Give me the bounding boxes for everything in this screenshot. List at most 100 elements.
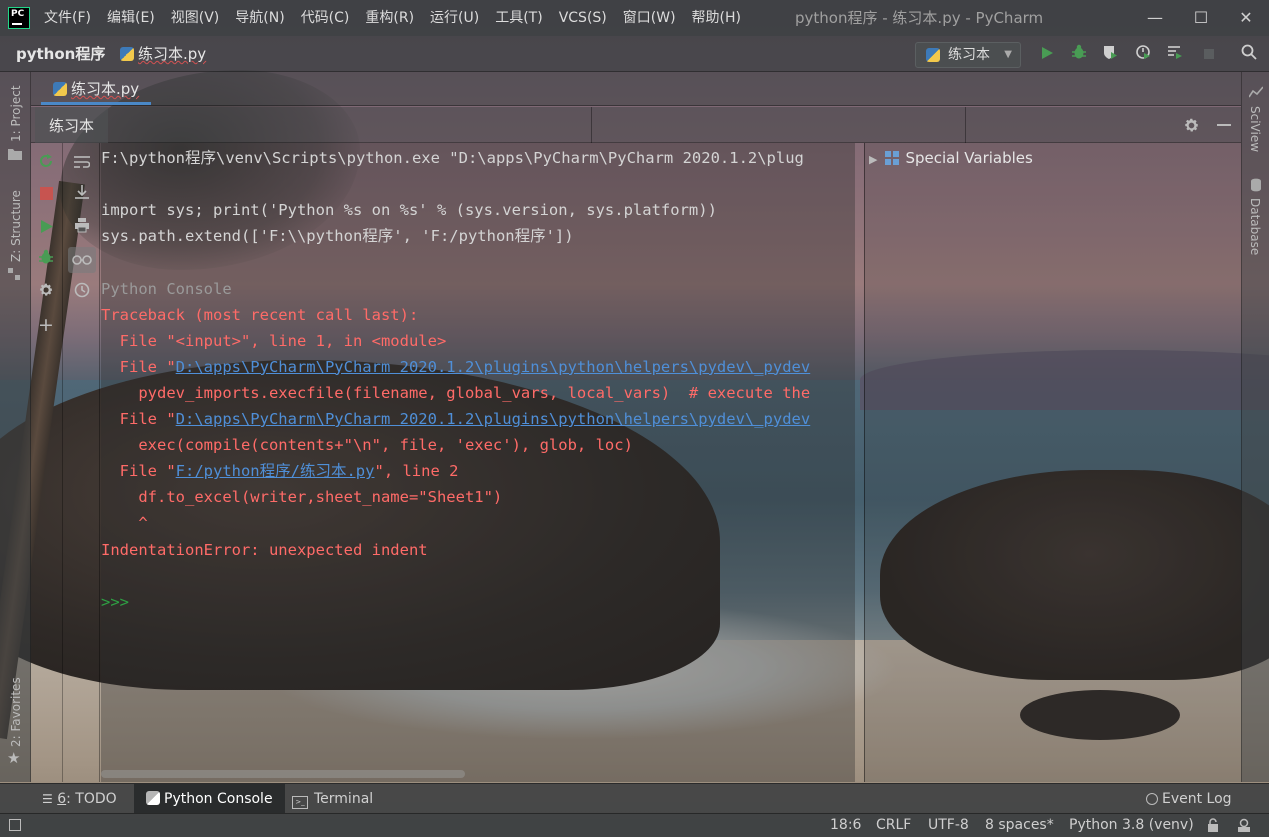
clock-icon bbox=[74, 282, 90, 298]
lock-icon[interactable] bbox=[1207, 818, 1219, 832]
menu-edit[interactable]: 编辑(E) bbox=[99, 0, 163, 36]
console-line: pydev_imports.execfile(filename, global_… bbox=[101, 383, 811, 402]
print-button[interactable] bbox=[71, 217, 93, 239]
indent-setting[interactable]: 8 spaces* bbox=[985, 814, 1054, 836]
breadcrumb-file[interactable]: 练习本.py bbox=[120, 36, 206, 72]
file-link[interactable]: D:\apps\PyCharm\PyCharm 2020.1.2\plugins… bbox=[176, 410, 811, 428]
breadcrumb-project[interactable]: python程序 bbox=[16, 36, 105, 72]
console-line[interactable]: File "F:/python程序/练习本.py", line 2 bbox=[101, 458, 459, 484]
minimize-panel-icon[interactable] bbox=[1217, 124, 1231, 126]
right-tool-stripe: SciView Database bbox=[1241, 72, 1269, 782]
tool-tab-structure[interactable]: Z: Structure bbox=[9, 190, 23, 262]
minimize-button[interactable]: — bbox=[1132, 0, 1178, 36]
console-view-column bbox=[64, 143, 100, 782]
console-output[interactable]: F:\python程序\venv\Scripts\python.exe "D:\… bbox=[101, 143, 855, 782]
console-line: Python Console bbox=[101, 279, 232, 298]
console-line-prefix: File " bbox=[101, 410, 176, 428]
close-button[interactable]: ✕ bbox=[1223, 0, 1269, 36]
search-everywhere-button[interactable] bbox=[1238, 44, 1260, 66]
tool-windows-toggle-icon[interactable] bbox=[9, 819, 21, 831]
console-settings-button[interactable] bbox=[35, 282, 57, 304]
scroll-to-end-button[interactable] bbox=[71, 184, 93, 206]
run-icon bbox=[40, 220, 53, 233]
console-line-suffix: ", line 2 bbox=[374, 462, 459, 481]
stop-toolbar-button[interactable] bbox=[1198, 44, 1220, 66]
maximize-button[interactable]: ☐ bbox=[1178, 0, 1224, 36]
stop-icon bbox=[39, 187, 53, 200]
soft-wrap-button[interactable] bbox=[71, 153, 93, 175]
run-configuration-label: 练习本 bbox=[948, 47, 990, 63]
python-console-icon bbox=[146, 791, 160, 805]
run-button[interactable] bbox=[1036, 44, 1058, 66]
python-file-icon bbox=[53, 82, 67, 96]
title-bar: PC 文件(F) 编辑(E) 视图(V) 导航(N) 代码(C) 重构(R) 运… bbox=[0, 0, 1269, 36]
caret-position[interactable]: 18:6 bbox=[830, 814, 861, 836]
editor-tab-active[interactable]: 练习本.py bbox=[41, 72, 152, 105]
history-button[interactable] bbox=[71, 282, 93, 304]
concurrency-icon bbox=[1168, 46, 1182, 59]
run-icon bbox=[1042, 47, 1053, 59]
event-log-icon bbox=[1146, 793, 1158, 805]
execute-button[interactable] bbox=[35, 217, 57, 239]
terminal-tool-button[interactable]: >_ Terminal bbox=[280, 784, 385, 813]
tool-tab-favorites[interactable]: 2: Favorites bbox=[9, 677, 23, 747]
show-variables-button[interactable] bbox=[68, 247, 96, 273]
console-line: ^ bbox=[101, 514, 148, 533]
rerun-button[interactable] bbox=[35, 153, 57, 175]
console-session-tab[interactable]: 练习本 bbox=[35, 107, 109, 143]
console-line-prefix: File " bbox=[101, 462, 176, 481]
rerun-icon bbox=[40, 154, 52, 167]
bug-icon bbox=[1072, 44, 1086, 59]
console-line[interactable]: File "D:\apps\PyCharm\PyCharm 2020.1.2\p… bbox=[101, 406, 811, 432]
profile-button[interactable] bbox=[1132, 44, 1154, 66]
menu-view[interactable]: 视图(V) bbox=[163, 0, 228, 36]
event-log-label: Event Log bbox=[1162, 791, 1232, 807]
horizontal-scrollbar[interactable] bbox=[101, 770, 465, 778]
menu-run[interactable]: 运行(U) bbox=[422, 0, 487, 36]
header-divider bbox=[965, 107, 966, 143]
file-link[interactable]: D:\apps\PyCharm\PyCharm 2020.1.2\plugins… bbox=[176, 358, 811, 376]
inspector-icon[interactable] bbox=[1237, 818, 1251, 832]
main-menu: 文件(F) 编辑(E) 视图(V) 导航(N) 代码(C) 重构(R) 运行(U… bbox=[36, 0, 749, 36]
terminal-icon: >_ bbox=[292, 796, 308, 809]
attach-debugger-button[interactable] bbox=[35, 249, 57, 271]
todo-label: : TODO bbox=[66, 791, 117, 807]
editor-tab-label: 练习本.py bbox=[71, 80, 140, 98]
new-console-button[interactable]: + bbox=[35, 314, 57, 336]
stop-icon bbox=[1204, 49, 1214, 59]
stop-console-button[interactable] bbox=[35, 184, 57, 206]
file-encoding[interactable]: UTF-8 bbox=[928, 814, 969, 836]
menu-navigate[interactable]: 导航(N) bbox=[227, 0, 292, 36]
run-with-coverage-button[interactable] bbox=[1099, 44, 1121, 66]
tool-tab-database[interactable]: Database bbox=[1248, 198, 1262, 255]
python-interpreter[interactable]: Python 3.8 (venv) bbox=[1069, 814, 1194, 836]
tool-tab-sciview[interactable]: SciView bbox=[1248, 106, 1262, 152]
special-variables-label: Special Variables bbox=[905, 149, 1033, 167]
run-concurrency-button[interactable] bbox=[1164, 44, 1186, 66]
console-line: F:\python程序\venv\Scripts\python.exe "D:\… bbox=[101, 149, 804, 167]
console-line: sys.path.extend(['F:\\python程序', 'F:/pyt… bbox=[101, 227, 574, 246]
console-line[interactable]: File "D:\apps\PyCharm\PyCharm 2020.1.2\p… bbox=[101, 354, 811, 380]
debug-button[interactable] bbox=[1068, 44, 1090, 66]
file-link[interactable]: F:/python程序/练习本.py bbox=[176, 462, 375, 480]
menu-help[interactable]: 帮助(H) bbox=[684, 0, 749, 36]
menu-file[interactable]: 文件(F) bbox=[36, 0, 99, 36]
todo-tool-button[interactable]: ☰ 6: TODO bbox=[30, 784, 129, 813]
editor-tab-bar: 练习本.py bbox=[31, 72, 1241, 106]
event-log-tool-button[interactable]: Event Log bbox=[1134, 784, 1244, 813]
special-variables-node[interactable]: ▶ Special Variables bbox=[869, 147, 1033, 171]
menu-window[interactable]: 窗口(W) bbox=[615, 0, 684, 36]
python-console-tool-button[interactable]: Python Console bbox=[134, 784, 285, 813]
breadcrumb-file-label: 练习本.py bbox=[138, 45, 207, 63]
menu-refactor[interactable]: 重构(R) bbox=[357, 0, 422, 36]
menu-vcs[interactable]: VCS(S) bbox=[551, 0, 615, 36]
run-configuration-select[interactable]: 练习本 ▼ bbox=[915, 42, 1021, 68]
menu-tools[interactable]: 工具(T) bbox=[487, 0, 550, 36]
terminal-label: Terminal bbox=[314, 791, 374, 807]
line-separator[interactable]: CRLF bbox=[876, 814, 911, 836]
tool-tab-project[interactable]: 1: Project bbox=[9, 85, 23, 142]
console-actions-column: + bbox=[31, 143, 63, 782]
menu-code[interactable]: 代码(C) bbox=[293, 0, 358, 36]
structure-icon bbox=[8, 268, 20, 280]
gear-icon[interactable] bbox=[1183, 117, 1200, 134]
